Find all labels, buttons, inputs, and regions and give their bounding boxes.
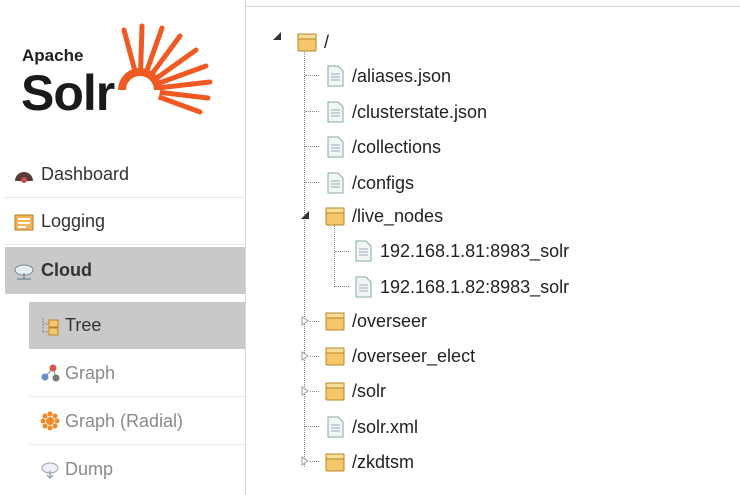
- tree-node-root-label: /: [324, 31, 330, 52]
- tree-node-live-node-81-label: 192.168.1.81:8983_solr: [380, 240, 570, 261]
- file-icon: [327, 101, 344, 123]
- tree-branch: [305, 75, 319, 76]
- file-icon: [327, 416, 344, 438]
- tree-branch: [335, 286, 349, 287]
- collapsed-toggle-icon[interactable]: [300, 456, 310, 466]
- tree-node-live-node-82[interactable]: 192.168.1.82:8983_solr: [352, 272, 569, 302]
- nav-logging[interactable]: Logging: [5, 199, 245, 245]
- solr-logo[interactable]: Apache Solr: [21, 20, 222, 140]
- tree-node-configs-label: /configs: [352, 172, 415, 193]
- tree-node-solr-xml[interactable]: /solr.xml: [324, 412, 418, 442]
- tree-node-clusterstate-json-label: /clusterstate.json: [352, 101, 488, 122]
- expanded-toggle-icon[interactable]: [300, 210, 310, 220]
- collapsed-toggle-icon[interactable]: [300, 386, 310, 396]
- tree-branch: [305, 146, 319, 147]
- tree-node-clusterstate-json[interactable]: /clusterstate.json: [324, 97, 487, 127]
- tree-branch: [310, 356, 319, 357]
- logo-apache-text: Apache: [22, 46, 84, 65]
- sub-graph[interactable]: Graph: [29, 350, 245, 397]
- sidebar: Apache Solr Dashboard Logging Cloud Tree…: [0, 0, 245, 495]
- sub-tree[interactable]: Tree: [29, 302, 245, 349]
- sub-graph-radial-label: Graph (Radial): [65, 410, 184, 431]
- tree-node-zkdtsm-label: /zkdtsm: [352, 451, 415, 472]
- logo-solr-text: Solr: [21, 65, 115, 121]
- nav-cloud[interactable]: Cloud: [5, 247, 245, 294]
- tree-live-nodes-connector: [334, 225, 335, 287]
- tree-node-solr[interactable]: /solr: [324, 376, 386, 406]
- expanded-toggle-icon[interactable]: [272, 31, 282, 41]
- dump-icon: [41, 462, 59, 479]
- folder-icon: [325, 382, 345, 401]
- sub-dump-label: Dump: [65, 459, 114, 479]
- folder-icon: [325, 207, 345, 226]
- file-icon: [327, 136, 344, 158]
- tree-node-aliases-json-label: /aliases.json: [352, 65, 452, 86]
- tree-node-solr-xml-label: /solr.xml: [352, 416, 419, 437]
- file-icon: [327, 172, 344, 194]
- nav-cloud-label: Cloud: [41, 260, 92, 280]
- tree-node-collections-label: /collections: [352, 136, 442, 157]
- graph-radial-icon: [40, 411, 60, 431]
- tree-icon: [42, 317, 59, 335]
- tree-branch: [310, 391, 319, 392]
- sub-dump[interactable]: Dump: [29, 446, 245, 493]
- collapsed-toggle-icon[interactable]: [300, 316, 310, 326]
- folder-icon: [325, 453, 345, 472]
- dashboard-icon: [15, 171, 33, 183]
- sub-graph-radial[interactable]: Graph (Radial): [29, 398, 245, 445]
- tree-node-live-node-82-label: 192.168.1.82:8983_solr: [380, 276, 570, 297]
- folder-icon: [297, 33, 317, 52]
- tree-node-live-node-81[interactable]: 192.168.1.81:8983_solr: [352, 236, 569, 266]
- tree-branch: [305, 426, 319, 427]
- nav-logging-label: Logging: [41, 211, 106, 231]
- solr-sun-icon: [118, 23, 213, 115]
- sub-graph-label: Graph: [65, 362, 116, 383]
- folder-icon: [325, 312, 345, 331]
- tree-branch: [305, 111, 319, 112]
- collapsed-toggle-icon[interactable]: [300, 351, 310, 361]
- file-icon: [355, 276, 372, 298]
- nav-dashboard[interactable]: Dashboard: [5, 152, 245, 198]
- tree-node-overseer-elect-label: /overseer_elect: [352, 345, 476, 366]
- folder-icon: [325, 347, 345, 366]
- tree-node-overseer[interactable]: /overseer: [324, 306, 427, 336]
- tree-node-collections[interactable]: /collections: [324, 132, 441, 162]
- sub-tree-label: Tree: [65, 315, 102, 335]
- file-icon: [355, 240, 372, 262]
- graph-icon: [41, 364, 60, 382]
- tree-node-aliases-json[interactable]: /aliases.json: [324, 61, 451, 91]
- cloud-icon: [14, 264, 34, 280]
- tree-branch: [335, 251, 349, 252]
- logging-icon: [14, 214, 34, 230]
- zk-tree: / /aliases.json /clusterstate.json /coll…: [246, 7, 740, 495]
- tree-branch: [305, 182, 319, 183]
- tree-node-root[interactable]: /: [296, 27, 329, 57]
- tree-node-overseer-label: /overseer: [352, 310, 428, 331]
- tree-branch: [310, 321, 319, 322]
- nav-dashboard-label: Dashboard: [41, 164, 130, 184]
- tree-node-solr-label: /solr: [352, 380, 387, 401]
- tree-node-live-nodes-label: /live_nodes: [352, 205, 444, 226]
- tree-node-configs[interactable]: /configs: [324, 168, 414, 198]
- tree-node-overseer-elect[interactable]: /overseer_elect: [324, 341, 475, 371]
- tree-root-connector: [304, 47, 305, 467]
- tree-node-live-nodes[interactable]: /live_nodes: [324, 201, 443, 231]
- tree-node-zkdtsm[interactable]: /zkdtsm: [324, 447, 414, 477]
- tree-branch: [310, 461, 319, 462]
- file-icon: [327, 65, 344, 87]
